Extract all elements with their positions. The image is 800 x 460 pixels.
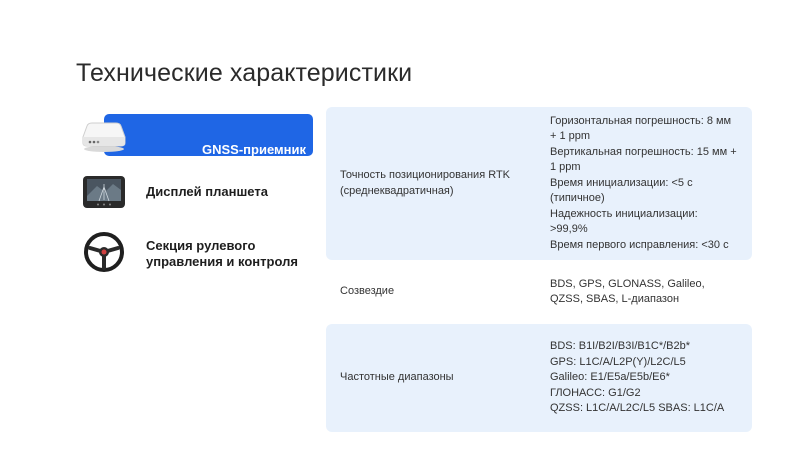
nav-item-gnss-receiver[interactable]: GNSS-приемник	[76, 112, 316, 158]
spec-value: Время первого исправления: <30 с	[550, 238, 729, 251]
table-row: Точность позиционирования RTK (среднеква…	[326, 107, 752, 260]
spec-key: Частотные диапазоны	[340, 371, 454, 384]
spec-value: GPS: L1C/A/L2P(Y)/L2C/L5	[550, 355, 686, 368]
spec-value: Galileo: E1/E5a/E5b/E6*	[550, 371, 670, 384]
spec-key: Точность позиционирования RTK (среднеква…	[340, 169, 511, 197]
steering-wheel-icon	[76, 230, 132, 274]
spec-value: BDS: B1I/B2I/B3I/B1C*/B2b*	[550, 340, 691, 353]
tablet-display-icon	[76, 174, 132, 210]
product-nav: GNSS-приемник Дисплей планшета Секция ру…	[76, 112, 316, 276]
spec-value: Горизонтальная погрешность: 8 мм + 1 ppm	[550, 114, 732, 143]
spec-value: Вертикальная погрешность: 15 мм + 1 ppm	[550, 145, 737, 174]
table-row: Созвездие BDS, GPS, GLONASS, Galileo, QZ…	[326, 260, 752, 324]
spec-key: Созвездие	[340, 285, 395, 298]
spec-value: Надежность инициализации: >99,9%	[550, 207, 698, 236]
spec-value: QZSS: L1C/A/L2C/L5 SBAS: L1C/A	[550, 402, 725, 415]
nav-item-label: GNSS-приемник	[202, 142, 306, 157]
nav-item-tablet-display[interactable]: Дисплей планшета	[76, 172, 316, 212]
gnss-receiver-icon	[76, 113, 132, 157]
nav-item-label: Дисплей планшета	[146, 184, 268, 199]
spec-value: BDS, GPS, GLONASS, Galileo, QZSS, SBAS, …	[550, 277, 705, 306]
page-title: Технические характеристики	[76, 58, 413, 87]
spec-value: ГЛОНАСС: G1/G2	[550, 386, 641, 399]
spec-values: Горизонтальная погрешность: 8 мм + 1 ppm…	[538, 114, 738, 254]
specs-table: Точность позиционирования RTK (среднеква…	[326, 107, 752, 432]
nav-item-label: Секция рулевого управления и контроля	[146, 238, 298, 269]
table-row: Частотные диапазоны BDS: B1I/B2I/B3I/B1C…	[326, 324, 752, 432]
nav-item-steering-section[interactable]: Секция рулевого управления и контроля	[76, 228, 316, 276]
spec-values: BDS: B1I/B2I/B3I/B1C*/B2b* GPS: L1C/A/L2…	[538, 339, 738, 417]
spec-value: Время инициализации: <5 с (типичное)	[550, 176, 693, 205]
spec-values: BDS, GPS, GLONASS, Galileo, QZSS, SBAS, …	[538, 277, 738, 308]
